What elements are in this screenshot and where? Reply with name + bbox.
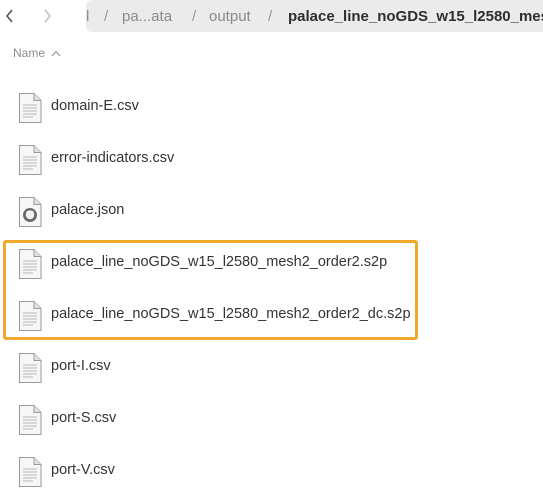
breadcrumb-separator: / [192,7,197,25]
list-item[interactable]: error-indicators.csv [0,132,543,184]
breadcrumb: l / pa...ata / output / palace_line_noGD… [86,0,543,32]
text-file-icon [19,249,42,279]
list-item[interactable]: domain-E.csv [0,80,543,132]
text-file-icon [19,457,42,487]
breadcrumb-separator: / [104,7,109,25]
sort-ascending-icon [51,50,61,56]
file-name: port-I.csv [51,358,111,374]
breadcrumb-item-output[interactable]: output [209,8,251,25]
text-file-icon [19,301,42,331]
file-name: error-indicators.csv [51,150,175,166]
list-item[interactable]: palace_line_noGDS_w15_l2580_mesh2_order2… [0,288,543,340]
list-item[interactable]: port-V.csv [0,444,543,496]
breadcrumb-item-current[interactable]: palace_line_noGDS_w15_l2580_mesh2 [288,8,543,25]
text-file-icon [19,145,42,175]
header-bar: l / pa...ata / output / palace_line_noGD… [0,0,543,33]
file-name: domain-E.csv [51,98,139,114]
breadcrumb-item-first[interactable]: l [86,8,92,25]
chevron-right-icon [44,9,52,23]
file-name: palace_line_noGDS_w15_l2580_mesh2_order2… [51,306,411,322]
forward-button[interactable] [37,6,57,26]
list-item[interactable]: port-S.csv [0,392,543,444]
list-item[interactable]: port-I.csv [0,340,543,392]
file-name: palace.json [51,202,125,218]
chevron-left-icon [5,9,13,23]
text-file-icon [19,93,42,123]
breadcrumb-item-pa-ata[interactable]: pa...ata [122,8,172,25]
list-item[interactable]: palace_line_noGDS_w15_l2580_mesh2_order2… [0,236,543,288]
text-file-icon [19,405,42,435]
file-name: palace_line_noGDS_w15_l2580_mesh2_order2… [51,254,388,270]
back-button[interactable] [0,6,20,26]
breadcrumb-separator: / [268,7,273,25]
json-file-icon [19,197,42,227]
file-name: port-S.csv [51,410,117,426]
name-column-header[interactable]: Name [13,46,61,60]
text-file-icon [19,353,42,383]
file-name: port-V.csv [51,462,115,478]
list-item[interactable]: palace.json [0,184,543,236]
name-column-label: Name [13,46,46,60]
